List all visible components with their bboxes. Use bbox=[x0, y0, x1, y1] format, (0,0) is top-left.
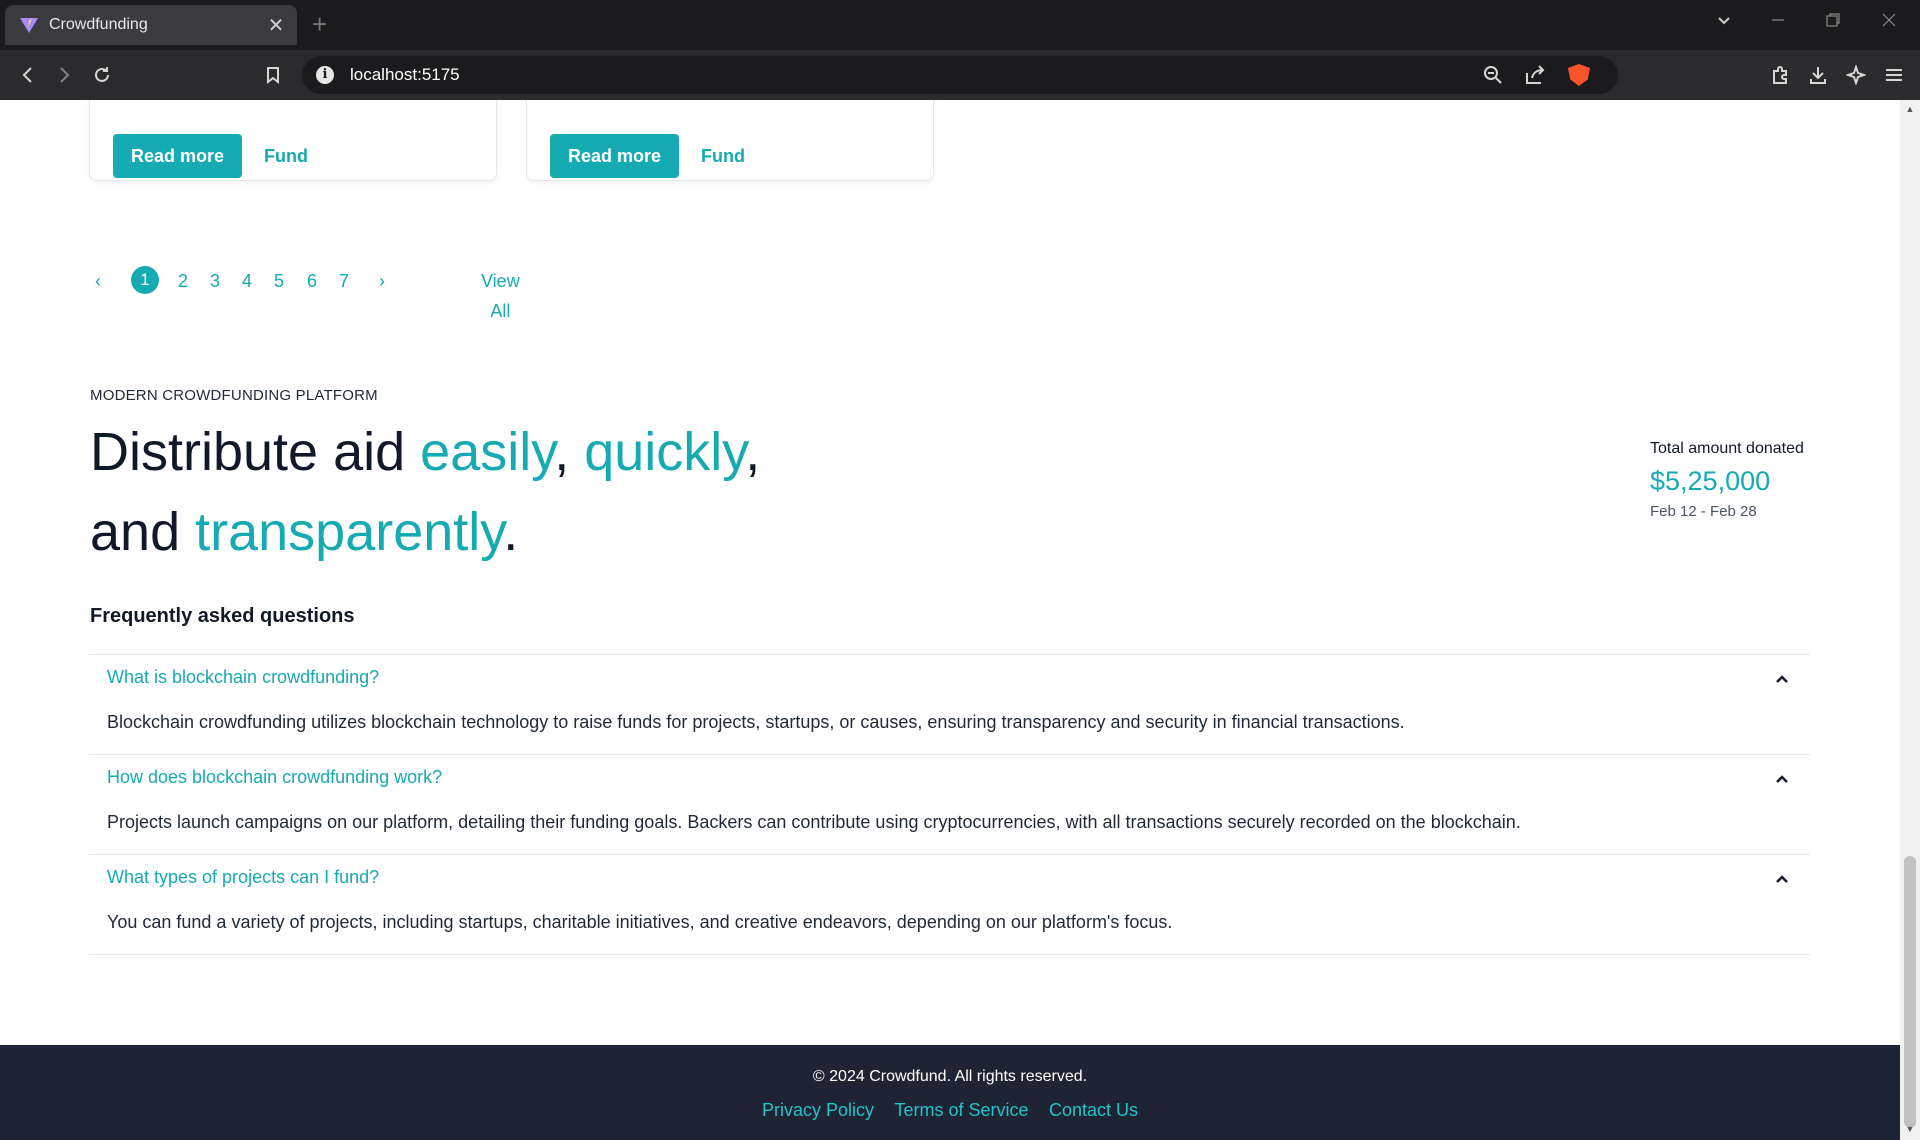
next-page-icon[interactable]: › bbox=[374, 266, 390, 296]
campaign-card: Read more Fund bbox=[89, 100, 497, 181]
donation-stat: Total amount donated $5,25,000 Feb 12 - … bbox=[1650, 440, 1804, 520]
hero-text: , bbox=[554, 422, 585, 482]
faq-accordion: What is blockchain crowdfunding? Blockch… bbox=[89, 654, 1810, 955]
faq-item: What is blockchain crowdfunding? Blockch… bbox=[89, 655, 1810, 755]
page-number[interactable]: 6 bbox=[304, 266, 320, 296]
hero-eyebrow: MODERN CROWDFUNDING PLATFORM bbox=[90, 387, 378, 404]
faq-item: How does blockchain crowdfunding work? P… bbox=[89, 755, 1810, 855]
prev-page-icon[interactable]: ‹ bbox=[90, 266, 106, 296]
browser-toolbar: i localhost:5175 bbox=[0, 50, 1920, 100]
address-url[interactable]: localhost:5175 bbox=[350, 65, 460, 85]
minimize-icon[interactable] bbox=[1770, 12, 1786, 33]
back-icon[interactable] bbox=[14, 61, 42, 89]
browser-tab[interactable]: Crowdfunding ✕ bbox=[5, 5, 297, 45]
tab-title: Crowdfunding bbox=[49, 16, 148, 33]
stat-label: Total amount donated bbox=[1650, 440, 1804, 457]
share-icon[interactable] bbox=[1524, 64, 1546, 91]
site-info-icon[interactable]: i bbox=[316, 66, 334, 84]
campaign-card: Read more Fund bbox=[526, 100, 934, 181]
faq-item: What types of projects can I fund? You c… bbox=[89, 855, 1810, 955]
tab-close-icon[interactable]: ✕ bbox=[261, 13, 291, 38]
faq-answer: You can fund a variety of projects, incl… bbox=[107, 912, 1173, 932]
restore-icon[interactable] bbox=[1825, 12, 1841, 33]
page-number[interactable]: 5 bbox=[271, 266, 287, 296]
page-number[interactable]: 3 bbox=[207, 266, 223, 296]
faq-title: Frequently asked questions bbox=[90, 605, 355, 627]
vite-logo-icon bbox=[20, 18, 38, 33]
faq-question[interactable]: What is blockchain crowdfunding? bbox=[107, 667, 379, 688]
hero-text: and bbox=[90, 502, 196, 562]
reload-icon[interactable] bbox=[88, 61, 116, 89]
footer-copyright: © 2024 Crowdfund. All rights reserved. bbox=[812, 1068, 1088, 1085]
page-number[interactable]: 7 bbox=[336, 266, 352, 296]
hero-heading: Distribute aid easily, quickly, and tran… bbox=[90, 412, 760, 572]
hero-text: , bbox=[745, 422, 761, 482]
new-tab-button[interactable]: + bbox=[312, 10, 327, 38]
faq-question[interactable]: How does blockchain crowdfunding work? bbox=[107, 767, 442, 788]
address-bar[interactable]: i localhost:5175 bbox=[302, 56, 1618, 94]
page-scrollbar[interactable]: ▲ ▼ bbox=[1900, 100, 1920, 1140]
brave-shields-icon[interactable] bbox=[1568, 64, 1590, 86]
page-content: Read more Fund Read more Fund ‹ 1 2 3 4 … bbox=[0, 100, 1900, 1140]
faq-question[interactable]: What types of projects can I fund? bbox=[107, 867, 379, 888]
page-number[interactable]: 4 bbox=[239, 266, 255, 296]
hero-accent: quickly bbox=[584, 422, 746, 482]
chevron-up-icon[interactable] bbox=[1774, 871, 1790, 887]
chevron-up-icon[interactable] bbox=[1774, 671, 1790, 687]
zoom-icon[interactable] bbox=[1482, 64, 1504, 91]
faq-answer: Projects launch campaigns on our platfor… bbox=[107, 812, 1521, 832]
contact-us-link[interactable]: Contact Us bbox=[1049, 1100, 1138, 1120]
scroll-thumb[interactable] bbox=[1904, 856, 1916, 1128]
scroll-down-icon[interactable]: ▼ bbox=[1904, 1124, 1916, 1134]
bookmark-icon[interactable] bbox=[259, 61, 287, 89]
fund-button[interactable]: Fund bbox=[701, 134, 745, 178]
scroll-up-icon[interactable]: ▲ bbox=[1904, 104, 1916, 114]
terms-of-service-link[interactable]: Terms of Service bbox=[894, 1100, 1028, 1120]
stat-date-range: Feb 12 - Feb 28 bbox=[1650, 503, 1757, 520]
read-more-button[interactable]: Read more bbox=[113, 134, 243, 178]
hero-accent: transparently bbox=[195, 502, 504, 562]
downloads-icon[interactable] bbox=[1804, 61, 1832, 89]
leo-ai-icon[interactable] bbox=[1842, 61, 1870, 89]
page-number[interactable]: 1 bbox=[131, 266, 159, 294]
faq-answer: Blockchain crowdfunding utilizes blockch… bbox=[107, 712, 1405, 732]
close-window-icon[interactable] bbox=[1881, 12, 1897, 33]
hero-text: . bbox=[503, 502, 519, 562]
privacy-policy-link[interactable]: Privacy Policy bbox=[762, 1100, 874, 1120]
stat-value: $5,25,000 bbox=[1650, 466, 1771, 496]
site-footer: © 2024 Crowdfund. All rights reserved. P… bbox=[0, 1045, 1900, 1140]
forward-icon[interactable] bbox=[50, 61, 78, 89]
view-all-link[interactable]: View All bbox=[481, 266, 520, 321]
chevron-up-icon[interactable] bbox=[1774, 771, 1790, 787]
footer-links: Privacy Policy Terms of Service Contact … bbox=[0, 1100, 1900, 1121]
read-more-button[interactable]: Read more bbox=[550, 134, 680, 178]
tab-list-chevron-icon[interactable] bbox=[1716, 12, 1732, 33]
extensions-icon[interactable] bbox=[1766, 61, 1794, 89]
menu-icon[interactable] bbox=[1880, 61, 1908, 89]
hero-text: Distribute aid bbox=[90, 422, 421, 482]
fund-button[interactable]: Fund bbox=[264, 134, 308, 178]
hero-accent: easily bbox=[420, 422, 555, 482]
page-number[interactable]: 2 bbox=[175, 266, 191, 296]
browser-titlebar: Crowdfunding ✕ + bbox=[0, 0, 1920, 50]
